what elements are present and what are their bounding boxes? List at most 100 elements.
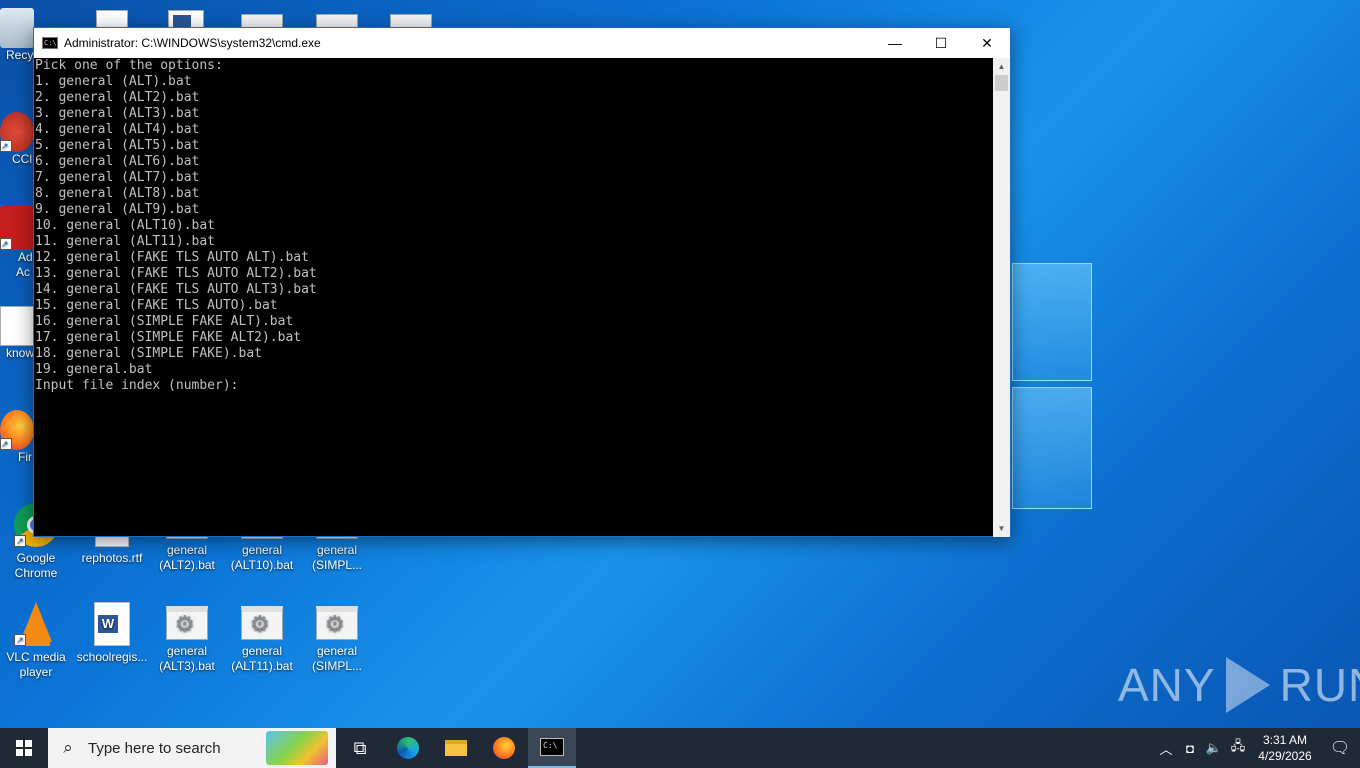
close-button[interactable]: ✕ <box>964 28 1010 58</box>
desktop-icon-bat-file[interactable]: general (ALT3).bat <box>151 606 223 674</box>
desktop-icon-adobe[interactable]: ↗ Ad Ac <box>0 206 34 280</box>
edge-icon <box>397 737 419 759</box>
desktop-icon-label: Google Chrome <box>14 551 58 580</box>
console-line: 9. general (ALT9).bat <box>35 202 200 217</box>
document-icon <box>0 306 34 346</box>
taskbar: ⌕ Type here to search ⧉ C:\ ︿ ◘ 🔈 🖧 3:31… <box>0 728 1360 768</box>
ccleaner-icon: ↗ <box>0 112 34 152</box>
desktop-icon-label: general (ALT10).bat <box>230 543 294 572</box>
console-line: 19. general.bat <box>35 362 153 377</box>
desktop-icon-bat-file[interactable]: general (SIMPL... <box>301 606 373 674</box>
folder-icon <box>445 740 467 756</box>
desktop-icon-recycle-bin[interactable]: Recy <box>0 8 34 63</box>
console-line: Pick one of the options: <box>35 58 223 73</box>
desktop-icon-label: CCl <box>12 152 32 166</box>
desktop-icon-label: general (ALT3).bat <box>159 644 215 673</box>
shortcut-arrow-icon: ↗ <box>14 634 26 646</box>
system-tray: ︿ ◘ 🔈 🖧 3:31 AM 4/29/2026 🗨 <box>1154 728 1360 768</box>
task-view-icon: ⧉ <box>353 737 367 758</box>
scroll-up-arrow-icon[interactable]: ▲ <box>993 58 1010 75</box>
windows-start-icon <box>16 740 32 756</box>
shortcut-arrow-icon: ↗ <box>0 140 12 152</box>
console-line: 18. general (SIMPLE FAKE).bat <box>35 346 262 361</box>
desktop-icon-label: general (ALT2).bat <box>159 543 215 572</box>
console-line: 1. general (ALT).bat <box>35 74 192 89</box>
vlc-icon: ↗ <box>14 602 58 646</box>
desktop-icon-label: Fir <box>18 450 32 464</box>
desktop-icon-label: general (ALT11).bat <box>231 644 293 673</box>
firefox-icon: ↗ <box>0 410 34 450</box>
desktop-icon-label: Ac <box>16 265 31 279</box>
minimize-button[interactable]: — <box>872 28 918 58</box>
console-line: 12. general (FAKE TLS AUTO ALT).bat <box>35 250 309 265</box>
taskbar-firefox[interactable] <box>480 728 528 768</box>
console-line: Input file index (number): <box>35 378 239 393</box>
play-logo-icon <box>1225 657 1270 713</box>
desktop-icon-label: general (SIMPL... <box>311 543 362 572</box>
shortcut-arrow-icon: ↗ <box>0 238 12 250</box>
desktop-icon-label: rephotos.rtf <box>81 551 143 565</box>
clock[interactable]: 3:31 AM 4/29/2026 <box>1250 732 1320 764</box>
taskbar-file-explorer[interactable] <box>432 728 480 768</box>
search-icon: ⌕ <box>63 738 73 757</box>
desktop-icon-label: know <box>6 346 35 360</box>
desktop-icon-label: VLC media player <box>6 650 66 679</box>
recycle-bin-icon <box>0 8 34 48</box>
batch-file-icon <box>166 606 208 640</box>
taskbar-cmd[interactable]: C:\ <box>528 728 576 768</box>
desktop-icon-knowledge[interactable]: know <box>0 306 34 361</box>
title-bar[interactable]: C:\ Administrator: C:\WINDOWS\system32\c… <box>34 28 1010 58</box>
window-title: Administrator: C:\WINDOWS\system32\cmd.e… <box>64 36 321 50</box>
firefox-icon <box>493 737 515 759</box>
volume-icon[interactable]: 🔈 <box>1202 740 1226 756</box>
console-line: 6. general (ALT6).bat <box>35 154 200 169</box>
notification-icon[interactable]: 🗨 <box>1320 738 1360 758</box>
watermark-text-left: ANY <box>1118 659 1216 711</box>
desktop-icon-ccleaner[interactable]: ↗ CCl <box>0 112 34 167</box>
shortcut-arrow-icon: ↗ <box>0 438 12 450</box>
chevron-up-icon[interactable]: ︿ <box>1154 739 1178 758</box>
console-line: 3. general (ALT3).bat <box>35 106 200 121</box>
word-document-icon <box>94 602 130 646</box>
meet-now-icon[interactable]: ◘ <box>1178 741 1202 756</box>
cmd-window[interactable]: C:\ Administrator: C:\WINDOWS\system32\c… <box>33 27 1011 537</box>
console-line: 15. general (FAKE TLS AUTO).bat <box>35 298 278 313</box>
watermark-text-right: RUN <box>1279 659 1360 711</box>
search-placeholder: Type here to search <box>88 739 221 757</box>
desktop-icon-schoolregis[interactable]: schoolregis... <box>76 602 148 665</box>
cmd-icon: C:\ <box>42 37 58 49</box>
cmd-icon: C:\ <box>540 738 564 756</box>
desktop-icon-firefox[interactable]: ↗ Fir <box>0 410 34 465</box>
console-line: 5. general (ALT5).bat <box>35 138 200 153</box>
adobe-icon: ↗ <box>0 206 34 250</box>
console-line: 16. general (SIMPLE FAKE ALT).bat <box>35 314 294 329</box>
scroll-down-arrow-icon[interactable]: ▼ <box>993 520 1010 537</box>
desktop-icon-vlc[interactable]: ↗ VLC media player <box>0 602 72 680</box>
console-line: 14. general (FAKE TLS AUTO ALT3).bat <box>35 282 317 297</box>
task-view-button[interactable]: ⧉ <box>336 728 384 768</box>
console-line: 17. general (SIMPLE FAKE ALT2).bat <box>35 330 302 345</box>
console-line: 11. general (ALT11).bat <box>35 234 216 249</box>
search-box[interactable]: ⌕ Type here to search <box>48 728 336 768</box>
desktop-icon-label: general (SIMPL... <box>311 644 362 673</box>
clock-time: 3:31 AM <box>1262 733 1308 747</box>
desktop-icon-bat-file[interactable]: general (ALT11).bat <box>226 606 298 674</box>
desktop-icon-label: schoolregis... <box>76 650 148 664</box>
desktop-icon-label: Ad <box>18 250 33 264</box>
search-highlight-image <box>266 731 328 765</box>
console-line: 7. general (ALT7).bat <box>35 170 200 185</box>
console-output[interactable]: Pick one of the options: 1. general (ALT)… <box>34 58 995 537</box>
scrollbar-thumb[interactable] <box>995 75 1008 91</box>
console-line: 2. general (ALT2).bat <box>35 90 200 105</box>
start-button[interactable] <box>0 728 48 768</box>
console-line: 4. general (ALT4).bat <box>35 122 200 137</box>
maximize-button[interactable]: ☐ <box>918 28 964 58</box>
clock-date: 4/29/2026 <box>1258 749 1312 763</box>
vertical-scrollbar[interactable]: ▲ ▼ <box>993 58 1010 537</box>
console-line: 13. general (FAKE TLS AUTO ALT2).bat <box>35 266 317 281</box>
taskbar-edge[interactable] <box>384 728 432 768</box>
batch-file-icon <box>316 606 358 640</box>
batch-file-icon <box>241 606 283 640</box>
shortcut-arrow-icon: ↗ <box>14 535 26 547</box>
network-icon[interactable]: 🖧 <box>1226 737 1250 759</box>
